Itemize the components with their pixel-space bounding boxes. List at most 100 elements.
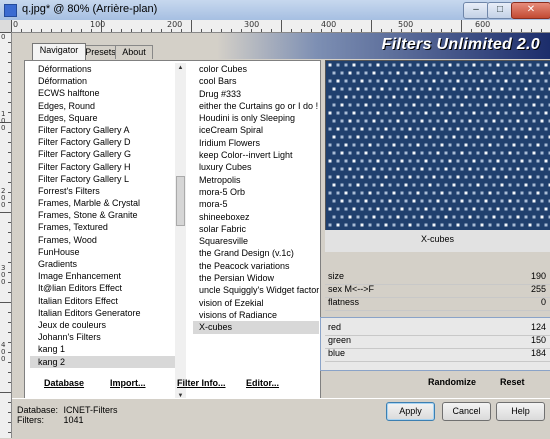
preview-cube xyxy=(345,176,348,179)
param-blue[interactable]: blue 184 xyxy=(325,347,550,361)
category-item[interactable]: Filter Factory Gallery H xyxy=(30,161,175,173)
preview-cube xyxy=(537,112,540,115)
filter-item[interactable]: iceCream Spiral xyxy=(193,124,319,136)
category-item[interactable]: Edges, Round xyxy=(30,100,175,112)
param-green[interactable]: green 150 xyxy=(325,334,550,348)
preview-cube xyxy=(425,208,428,211)
preview-cube xyxy=(389,200,392,203)
preview-cube xyxy=(465,208,468,211)
help-button[interactable]: Help xyxy=(496,402,545,421)
preview-cube xyxy=(461,168,464,171)
param-red[interactable]: red 124 xyxy=(325,321,550,335)
import-link[interactable]: Import... xyxy=(110,378,146,388)
ruler-tick xyxy=(8,332,11,333)
filter-item[interactable]: Metropolis xyxy=(193,174,319,186)
param-slider[interactable] xyxy=(325,361,550,362)
param-size[interactable]: size 190 xyxy=(325,270,550,284)
filter-item[interactable]: color Cubes xyxy=(193,63,319,75)
category-item[interactable]: kang 1 xyxy=(30,343,175,355)
filter-item[interactable]: solar Fabric xyxy=(193,223,319,235)
preview-cube xyxy=(477,200,480,203)
filter-item[interactable]: the Persian Widow xyxy=(193,272,319,284)
filter-item[interactable]: mora-5 Orb xyxy=(193,186,319,198)
preview-cube xyxy=(533,184,536,187)
category-item[interactable]: Filter Factory Gallery G xyxy=(30,148,175,160)
category-item[interactable]: Déformations xyxy=(30,63,175,75)
preview-cube xyxy=(545,64,548,67)
category-item[interactable]: Déformation xyxy=(30,75,175,87)
filter-item[interactable]: keep Color--invert Light xyxy=(193,149,319,161)
filter-item[interactable]: luxury Cubes xyxy=(193,161,319,173)
preview-cube xyxy=(497,160,500,163)
randomize-button[interactable]: Randomize xyxy=(428,377,476,387)
preview-cube xyxy=(513,64,516,67)
preview-cube xyxy=(501,216,504,219)
category-item[interactable]: Image Enhancement xyxy=(30,270,175,282)
category-list[interactable]: DéformationsDéformationECWS halftoneEdge… xyxy=(30,63,175,401)
preview-cube xyxy=(501,136,504,139)
filter-item[interactable]: shineeboxez xyxy=(193,211,319,223)
apply-button[interactable]: Apply xyxy=(386,402,435,421)
filter-info-link[interactable]: Filter Info... xyxy=(177,378,226,388)
category-item[interactable]: Edges, Square xyxy=(30,112,175,124)
category-scrollbar[interactable]: ▲ ▼ xyxy=(175,63,186,401)
category-item[interactable]: It@lian Editors Effect xyxy=(30,282,175,294)
editor-link[interactable]: Editor... xyxy=(246,378,279,388)
category-item[interactable]: Filter Factory Gallery D xyxy=(30,136,175,148)
scroll-up-icon[interactable]: ▲ xyxy=(175,63,186,73)
ruler-tick xyxy=(201,29,202,32)
filter-item[interactable]: cool Bars xyxy=(193,75,319,87)
category-item[interactable]: Jeux de couleurs xyxy=(30,319,175,331)
preview-cube xyxy=(393,80,396,83)
filter-item[interactable]: mora-5 xyxy=(193,198,319,210)
category-item[interactable]: Johann's Filters xyxy=(30,331,175,343)
category-item[interactable]: Filter Factory Gallery L xyxy=(30,173,175,185)
ruler-tick xyxy=(8,72,11,73)
preview-cube xyxy=(357,120,360,123)
preview-cube xyxy=(461,104,464,107)
scrollbar-thumb[interactable] xyxy=(176,176,185,226)
filter-item[interactable]: Squaresville xyxy=(193,235,319,247)
tab-navigator[interactable]: Navigator xyxy=(32,43,86,60)
param-sex[interactable]: sex M<-->F 255 xyxy=(325,283,550,297)
category-item[interactable]: Frames, Stone & Granite xyxy=(30,209,175,221)
minimize-button[interactable]: – xyxy=(463,2,489,19)
database-link[interactable]: Database xyxy=(44,378,84,388)
param-flatness[interactable]: flatness 0 xyxy=(325,296,550,310)
filter-item[interactable]: Houdini is only Sleeping xyxy=(193,112,319,124)
filter-item[interactable]: X-cubes xyxy=(193,321,319,333)
category-item[interactable]: ECWS halftone xyxy=(30,87,175,99)
preview-cube xyxy=(421,72,424,75)
category-item[interactable]: Italian Editors Effect xyxy=(30,295,175,307)
filter-item[interactable]: visions of Radiance xyxy=(193,309,319,321)
filter-item[interactable]: the Peacock variations xyxy=(193,260,319,272)
category-item[interactable]: Italian Editors Generatore xyxy=(30,307,175,319)
category-item[interactable]: Frames, Textured xyxy=(30,221,175,233)
category-item[interactable]: FunHouse xyxy=(30,246,175,258)
filter-item[interactable]: uncle Squiggly's Widget factory xyxy=(193,284,319,296)
category-item[interactable]: kang 2 xyxy=(30,356,175,368)
preview-cube xyxy=(545,144,548,147)
filter-item[interactable]: either the Curtains go or I do ! xyxy=(193,100,319,112)
preview-cube xyxy=(337,144,340,147)
tab-about[interactable]: About xyxy=(115,45,153,59)
reset-button[interactable]: Reset xyxy=(500,377,525,387)
category-item[interactable]: Frames, Wood xyxy=(30,234,175,246)
maximize-button[interactable]: □ xyxy=(487,2,513,19)
category-item[interactable]: Filter Factory Gallery A xyxy=(30,124,175,136)
preview-cube xyxy=(537,160,540,163)
category-item[interactable]: Gradients xyxy=(30,258,175,270)
filter-item[interactable]: Iridium Flowers xyxy=(193,137,319,149)
category-item[interactable]: Frames, Marble & Crystal xyxy=(30,197,175,209)
category-item[interactable]: Forrest's Filters xyxy=(30,185,175,197)
filter-item[interactable]: vision of Ezekial xyxy=(193,297,319,309)
filter-item[interactable]: Drug #333 xyxy=(193,88,319,100)
preview-cube xyxy=(433,224,436,227)
filter-list[interactable]: color Cubescool BarsDrug #333either the … xyxy=(193,63,319,401)
preview-cube xyxy=(389,184,392,187)
preview-cube xyxy=(525,184,528,187)
cancel-button[interactable]: Cancel xyxy=(442,402,491,421)
filter-item[interactable]: the Grand Design (v.1c) xyxy=(193,247,319,259)
param-slider[interactable] xyxy=(325,310,550,311)
close-button[interactable]: ✕ xyxy=(511,2,550,19)
